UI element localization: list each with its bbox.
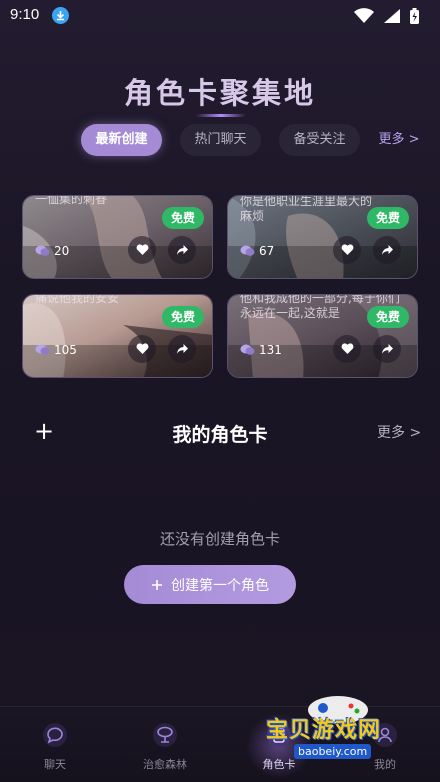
download-icon <box>52 7 69 24</box>
my-cards-more-link[interactable]: 更多 > <box>377 422 421 442</box>
free-badge: 免费 <box>162 306 204 328</box>
free-badge: 免费 <box>367 207 409 229</box>
watermark-text: 宝贝游戏网 <box>266 718 382 743</box>
empty-state-text: 还没有创建角色卡 <box>159 530 280 548</box>
tab-more-link[interactable]: 更多 > <box>374 124 424 156</box>
tab-latest[interactable]: 最新创建 <box>81 124 162 156</box>
share-arrow-icon <box>381 344 393 354</box>
create-button-label: 创建第一个角色 <box>171 577 269 594</box>
card-caption: 你是他职业生涯里最大的麻烦 <box>240 195 373 223</box>
chat-count: 105 <box>35 343 77 357</box>
share-arrow-icon <box>176 344 188 354</box>
card-caption: 痛说他我的安安 <box>35 294 120 305</box>
share-button[interactable] <box>373 335 401 363</box>
free-badge: 免费 <box>367 306 409 328</box>
tabbar-label: 治愈森林 <box>143 758 187 771</box>
chat-count: 20 <box>35 244 69 258</box>
status-time: 9:10 <box>10 6 40 23</box>
character-card[interactable]: 痛说他我的安安 免费 105 <box>22 294 213 378</box>
chat-bubble-icon <box>240 245 255 256</box>
page-title: 角色卡聚集地 <box>123 76 316 110</box>
character-card[interactable]: 你是他职业生涯里最大的麻烦 免费 67 <box>227 195 418 279</box>
tabbar-item-forest[interactable]: 治愈森林 <box>130 720 200 772</box>
tab-hot-chat[interactable]: 热门聊天 <box>180 124 261 156</box>
chat-count-value: 20 <box>54 244 70 258</box>
chat-count: 131 <box>240 343 282 357</box>
chat-count: 67 <box>240 244 274 258</box>
chat-count-value: 67 <box>259 244 275 258</box>
character-card[interactable]: 他和我成他的一部分,每于你们永远在一起,这就是 免费 131 <box>227 294 418 378</box>
tabbar-item-chat[interactable]: 聊天 <box>20 720 90 772</box>
card-caption: 一恤集的刺眷 <box>35 195 108 206</box>
share-button[interactable] <box>168 335 196 363</box>
my-cards-title: 我的角色卡 <box>172 424 268 446</box>
chat-count-value: 105 <box>54 343 77 357</box>
chat-count-value: 131 <box>259 343 282 357</box>
signal-icon <box>384 9 400 23</box>
status-bar: 9:10 <box>0 0 440 32</box>
watermark: 宝贝游戏网 baobeiy.com <box>258 690 418 770</box>
create-first-character-button[interactable]: 创建第一个角色 <box>124 565 296 604</box>
title-underline <box>196 114 246 117</box>
battery-icon <box>410 8 419 24</box>
heart-icon <box>136 244 148 255</box>
share-button[interactable] <box>373 236 401 264</box>
share-arrow-icon <box>381 245 393 255</box>
heart-icon <box>341 343 353 354</box>
heart-icon <box>136 343 148 354</box>
chat-bubble-icon <box>240 344 255 355</box>
status-icons <box>350 6 430 26</box>
heart-icon <box>341 244 353 255</box>
tree-icon <box>150 720 180 750</box>
like-button[interactable] <box>128 236 156 264</box>
like-button[interactable] <box>333 335 361 363</box>
wifi-icon <box>354 8 374 23</box>
like-button[interactable] <box>333 236 361 264</box>
chat-bubble-icon <box>35 245 50 256</box>
watermark-url: baobeiy.com <box>294 744 372 759</box>
plus-icon <box>152 579 162 590</box>
tab-popular[interactable]: 备受关注 <box>279 124 360 156</box>
character-card[interactable]: 一恤集的刺眷 免费 20 <box>22 195 213 279</box>
tabbar-label: 聊天 <box>44 758 66 771</box>
share-arrow-icon <box>176 245 188 255</box>
category-tabs: 最新创建 热门聊天 备受关注 更多 > <box>0 124 440 158</box>
share-button[interactable] <box>168 236 196 264</box>
chat-icon <box>40 720 70 750</box>
like-button[interactable] <box>128 335 156 363</box>
free-badge: 免费 <box>162 207 204 229</box>
chat-bubble-icon <box>35 344 50 355</box>
